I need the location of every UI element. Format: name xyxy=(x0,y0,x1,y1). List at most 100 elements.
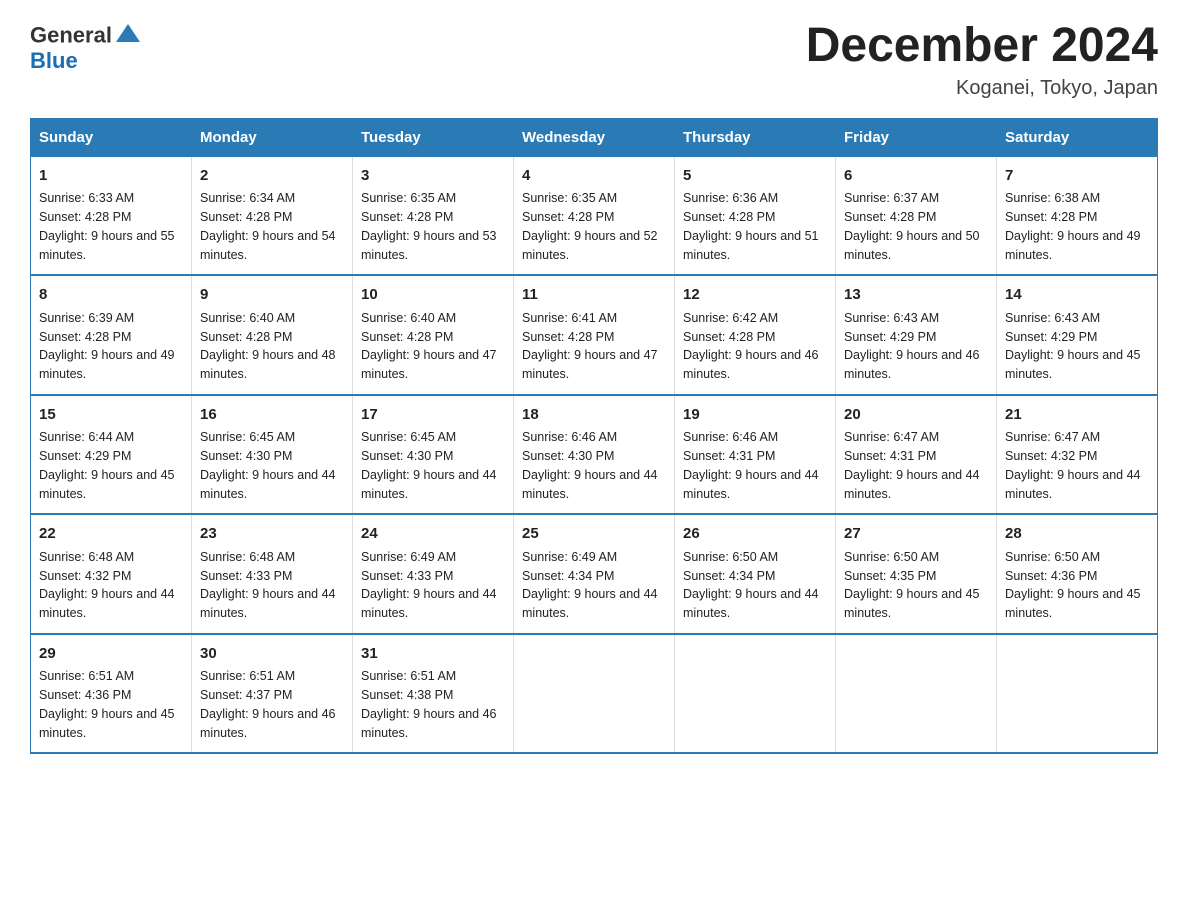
day-number: 3 xyxy=(361,165,505,188)
week-row-4: 22Sunrise: 6:48 AMSunset: 4:32 PMDayligh… xyxy=(31,514,1158,634)
sunrise-text: Sunrise: 6:44 AM xyxy=(39,430,134,444)
daylight-text: Daylight: 9 hours and 53 minutes. xyxy=(361,229,497,262)
week-row-5: 29Sunrise: 6:51 AMSunset: 4:36 PMDayligh… xyxy=(31,634,1158,754)
day-number: 6 xyxy=(844,165,988,188)
sunset-text: Sunset: 4:36 PM xyxy=(39,688,131,702)
calendar-cell: 25 Sunrise: 6:49 AM Sunset: 4:34 PM Dayligh… xyxy=(514,514,675,634)
calendar-cell: 12Sunrise: 6:42 AMSunset: 4:28 PMDayligh… xyxy=(675,275,836,395)
sunset-text: Sunset: 4:34 PM xyxy=(683,569,775,583)
sunrise-text: Sunrise: 6:43 AM xyxy=(1005,311,1100,325)
sunset-text: Sunset: 4:28 PM xyxy=(200,330,292,344)
calendar-cell xyxy=(675,634,836,754)
calendar-cell xyxy=(997,634,1158,754)
sunset-text: Sunset: 4:28 PM xyxy=(361,210,453,224)
day-number: 5 xyxy=(683,165,827,188)
day-number: 9 xyxy=(200,284,344,307)
sunset-text: Sunset: 4:30 PM xyxy=(522,449,614,463)
calendar-cell: 16Sunrise: 6:45 AMSunset: 4:30 PMDayligh… xyxy=(192,395,353,515)
logo-general: General xyxy=(30,22,112,47)
daylight-text: Daylight: 9 hours and 44 minutes. xyxy=(39,587,175,620)
sunset-text: Sunset: 4:28 PM xyxy=(522,210,614,224)
daylight-text: Daylight: 9 hours and 51 minutes. xyxy=(683,229,819,262)
sunrise-text: Sunrise: 6:40 AM xyxy=(200,311,295,325)
sunrise-text: Sunrise: 6:51 AM xyxy=(200,669,295,683)
sunset-text: Sunset: 4:36 PM xyxy=(1005,569,1097,583)
calendar-table: SundayMondayTuesdayWednesdayThursdayFrid… xyxy=(30,118,1158,755)
day-number: 7 xyxy=(1005,165,1149,188)
day-number: 23 xyxy=(200,523,344,546)
daylight-text: Daylight: 9 hours and 55 minutes. xyxy=(39,229,175,262)
daylight-text: Daylight: 9 hours and 49 minutes. xyxy=(1005,229,1141,262)
header: General Blue December 2024 Koganei, Toky… xyxy=(30,20,1158,100)
daylight-text: Daylight: 9 hours and 44 minutes. xyxy=(522,587,658,620)
sunset-text: Sunset: 4:28 PM xyxy=(39,210,131,224)
sunrise-text: Sunrise: 6:48 AM xyxy=(200,550,295,564)
col-header-thursday: Thursday xyxy=(675,118,836,156)
daylight-text: Daylight: 9 hours and 50 minutes. xyxy=(844,229,980,262)
calendar-cell: 6Sunrise: 6:37 AMSunset: 4:28 PMDaylight… xyxy=(836,156,997,275)
sunrise-text: Sunrise: 6:33 AM xyxy=(39,191,134,205)
week-row-1: 1 Sunrise: 6:33 AM Sunset: 4:28 PM Daylight… xyxy=(31,156,1158,275)
day-number: 16 xyxy=(200,404,344,427)
daylight-text: Daylight: 9 hours and 45 minutes. xyxy=(1005,348,1141,381)
calendar-cell: 13Sunrise: 6:43 AMSunset: 4:29 PMDayligh… xyxy=(836,275,997,395)
calendar-cell: 18Sunrise: 6:46 AMSunset: 4:30 PMDayligh… xyxy=(514,395,675,515)
day-number: 31 xyxy=(361,643,505,666)
sunset-text: Sunset: 4:28 PM xyxy=(683,330,775,344)
day-number: 4 xyxy=(522,165,666,188)
sunset-text: Sunset: 4:28 PM xyxy=(200,210,292,224)
day-number: 25 xyxy=(522,523,666,546)
day-number: 1 xyxy=(39,165,183,188)
logo: General Blue xyxy=(30,20,144,73)
day-number: 15 xyxy=(39,404,183,427)
day-number: 28 xyxy=(1005,523,1149,546)
col-header-monday: Monday xyxy=(192,118,353,156)
calendar-cell: 8Sunrise: 6:39 AMSunset: 4:28 PMDaylight… xyxy=(31,275,192,395)
calendar-cell: 29Sunrise: 6:51 AMSunset: 4:36 PMDayligh… xyxy=(31,634,192,754)
daylight-text: Daylight: 9 hours and 46 minutes. xyxy=(200,707,336,740)
daylight-text: Daylight: 9 hours and 46 minutes. xyxy=(683,348,819,381)
sunrise-text: Sunrise: 6:37 AM xyxy=(844,191,939,205)
col-header-sunday: Sunday xyxy=(31,118,192,156)
daylight-text: Daylight: 9 hours and 44 minutes. xyxy=(683,587,819,620)
sunset-text: Sunset: 4:34 PM xyxy=(522,569,614,583)
sunset-text: Sunset: 4:28 PM xyxy=(361,330,453,344)
calendar-cell: 14Sunrise: 6:43 AMSunset: 4:29 PMDayligh… xyxy=(997,275,1158,395)
sunset-text: Sunset: 4:38 PM xyxy=(361,688,453,702)
sunset-text: Sunset: 4:30 PM xyxy=(361,449,453,463)
sunset-text: Sunset: 4:30 PM xyxy=(200,449,292,463)
sunrise-text: Sunrise: 6:50 AM xyxy=(844,550,939,564)
sunset-text: Sunset: 4:31 PM xyxy=(683,449,775,463)
daylight-text: Daylight: 9 hours and 45 minutes. xyxy=(39,707,175,740)
daylight-text: Daylight: 9 hours and 44 minutes. xyxy=(200,587,336,620)
calendar-cell: 15Sunrise: 6:44 AMSunset: 4:29 PMDayligh… xyxy=(31,395,192,515)
sunset-text: Sunset: 4:33 PM xyxy=(200,569,292,583)
calendar-cell xyxy=(836,634,997,754)
sunset-text: Sunset: 4:31 PM xyxy=(844,449,936,463)
sunset-text: Sunset: 4:28 PM xyxy=(39,330,131,344)
calendar-cell: 11Sunrise: 6:41 AMSunset: 4:28 PMDayligh… xyxy=(514,275,675,395)
logo-icon xyxy=(114,20,142,48)
day-number: 20 xyxy=(844,404,988,427)
day-number: 26 xyxy=(683,523,827,546)
day-number: 14 xyxy=(1005,284,1149,307)
day-number: 17 xyxy=(361,404,505,427)
sunrise-text: Sunrise: 6:39 AM xyxy=(39,311,134,325)
title-area: December 2024 Koganei, Tokyo, Japan xyxy=(806,20,1158,100)
daylight-text: Daylight: 9 hours and 45 minutes. xyxy=(844,587,980,620)
daylight-text: Daylight: 9 hours and 46 minutes. xyxy=(844,348,980,381)
sunrise-text: Sunrise: 6:48 AM xyxy=(39,550,134,564)
daylight-text: Daylight: 9 hours and 45 minutes. xyxy=(1005,587,1141,620)
sunrise-text: Sunrise: 6:46 AM xyxy=(522,430,617,444)
daylight-text: Daylight: 9 hours and 49 minutes. xyxy=(39,348,175,381)
calendar-cell xyxy=(514,634,675,754)
day-number: 22 xyxy=(39,523,183,546)
calendar-cell: 26Sunrise: 6:50 AMSunset: 4:34 PMDayligh… xyxy=(675,514,836,634)
sunrise-text: Sunrise: 6:47 AM xyxy=(844,430,939,444)
daylight-text: Daylight: 9 hours and 54 minutes. xyxy=(200,229,336,262)
daylight-text: Daylight: 9 hours and 45 minutes. xyxy=(39,468,175,501)
sunrise-text: Sunrise: 6:34 AM xyxy=(200,191,295,205)
sunset-text: Sunset: 4:33 PM xyxy=(361,569,453,583)
day-number: 24 xyxy=(361,523,505,546)
sunrise-text: Sunrise: 6:49 AM xyxy=(522,550,617,564)
